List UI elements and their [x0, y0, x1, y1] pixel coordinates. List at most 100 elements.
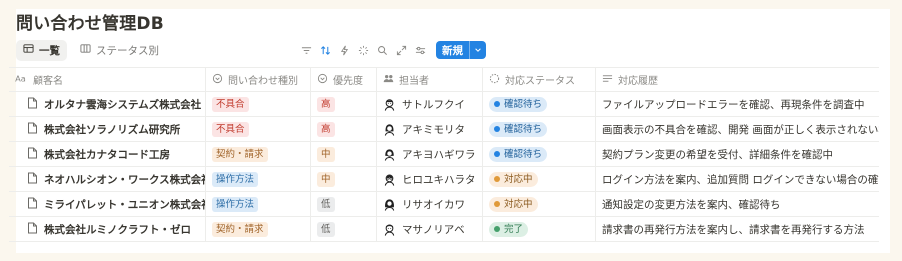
type-cell[interactable]: 不具合 — [206, 117, 311, 141]
table-row[interactable]: 株式会社カナタコード工房 契約・請求 中 アキヨハギワラ 確認待ち 契約プラン変更の希望を… — [9, 142, 879, 167]
table-header: Aa 顧客名 問い合わせ種別 優先度 担当者 対応ステータス 対応履歴 — [9, 67, 879, 92]
status-cell[interactable]: 完了 — [483, 217, 596, 241]
priority-tag: 高 — [317, 121, 335, 137]
board-icon — [80, 43, 91, 57]
assignee-name: ヒロユキハラタ — [402, 173, 476, 186]
history-cell[interactable]: 契約プラン変更の希望を受付、詳細条件を確認中 — [596, 142, 879, 166]
priority-tag: 低 — [317, 196, 335, 212]
new-button[interactable]: 新規 — [436, 41, 486, 59]
assignee-cell[interactable]: マサノリアベ — [377, 217, 483, 241]
history-cell[interactable]: ファイルアップロードエラーを確認、再現条件を調査中 — [596, 92, 879, 116]
table-row[interactable]: 株式会社ソラノリズム研究所 不具合 高 アキミモリタ 確認待ち 画面表示の不具合を確認、開… — [9, 117, 879, 142]
priority-cell[interactable]: 中 — [311, 142, 377, 166]
customer-cell[interactable]: 株式会社カナタコード工房 — [9, 142, 206, 166]
table-row[interactable]: 株式会社ルミノクラフト・ゼロ 契約・請求 低 マサノリアベ 完了 請求書の再発行方法を案内… — [9, 217, 879, 242]
status-label: 対応中 — [504, 173, 533, 185]
status-label: 確認待ち — [504, 148, 543, 160]
page-icon — [27, 222, 38, 237]
ai-icon[interactable] — [357, 44, 369, 56]
assignee-name: アキミモリタ — [402, 123, 465, 136]
customer-name: 株式会社カナタコード工房 — [44, 148, 170, 161]
status-dot — [494, 226, 500, 232]
column-header-assignee[interactable]: 担当者 — [377, 68, 483, 91]
chevron-down-icon[interactable] — [469, 41, 486, 59]
table-row[interactable]: ネオハルシオン・ワークス株式会社 操作方法 中 ヒロユキハラタ 対応中 ログイン方法を案内… — [9, 167, 879, 192]
history-text: ログイン方法を案内、追加質問 ログインできない場合の確認手 — [602, 173, 879, 186]
page-icon — [27, 172, 38, 187]
customer-name: 株式会社ソラノリズム研究所 — [44, 123, 181, 136]
automation-icon[interactable] — [338, 44, 350, 56]
type-tag: 不具合 — [212, 121, 249, 137]
status-dot — [494, 151, 500, 157]
status-badge: 対応中 — [489, 171, 538, 187]
status-cell[interactable]: 確認待ち — [483, 117, 596, 141]
assignee-cell[interactable]: サトルフクイ — [377, 92, 483, 116]
customer-cell[interactable]: オルタナ雲海システムズ株式会社 — [9, 92, 206, 116]
status-dot — [494, 101, 500, 107]
assignee-cell[interactable]: アキヨハギワラ — [377, 142, 483, 166]
history-cell[interactable]: 画面表示の不具合を確認、開発 画面が正しく表示されない場合 — [596, 117, 879, 141]
type-tag: 操作方法 — [212, 171, 259, 187]
view-tab-label: ステータス別 — [96, 44, 159, 57]
view-tab-by-status[interactable]: ステータス別 — [73, 40, 166, 61]
status-cell[interactable]: 対応中 — [483, 192, 596, 216]
avatar — [383, 123, 396, 136]
history-cell[interactable]: ログイン方法を案内、追加質問 ログインできない場合の確認手 — [596, 167, 879, 191]
status-cell[interactable]: 対応中 — [483, 167, 596, 191]
priority-cell[interactable]: 中 — [311, 167, 377, 191]
priority-cell[interactable]: 高 — [311, 117, 377, 141]
status-label: 確認待ち — [504, 123, 543, 135]
status-label: 確認待ち — [504, 98, 543, 110]
status-badge: 確認待ち — [489, 121, 548, 137]
customer-cell[interactable]: 株式会社ルミノクラフト・ゼロ — [9, 217, 206, 241]
type-tag: 契約・請求 — [212, 221, 268, 237]
priority-tag: 高 — [317, 96, 335, 112]
view-tab-list[interactable]: 一覧 — [16, 39, 67, 61]
filter-icon[interactable] — [300, 44, 312, 56]
assignee-name: マサノリアベ — [402, 223, 465, 236]
column-header-history[interactable]: 対応履歴 — [596, 68, 879, 91]
column-header-priority[interactable]: 優先度 — [311, 68, 377, 91]
expand-icon[interactable] — [395, 44, 407, 56]
history-cell[interactable]: 請求書の再発行方法を案内し、請求書を再発行する方法 — [596, 217, 879, 241]
customer-cell[interactable]: ミライパレット・ユニオン株式会社 — [9, 192, 206, 216]
type-cell[interactable]: 契約・請求 — [206, 142, 311, 166]
status-label: 対応中 — [504, 198, 533, 210]
column-header-customer[interactable]: Aa 顧客名 — [9, 68, 206, 91]
column-header-type[interactable]: 問い合わせ種別 — [206, 68, 311, 91]
status-badge: 完了 — [489, 221, 529, 237]
customer-name: 株式会社ルミノクラフト・ゼロ — [44, 223, 191, 236]
sort-icon[interactable] — [319, 44, 331, 56]
database-table: Aa 顧客名 問い合わせ種別 優先度 担当者 対応ステータス 対応履歴 オルタナ… — [9, 67, 879, 242]
table-row[interactable]: ミライパレット・ユニオン株式会社 操作方法 低 リサオイカワ 対応中 通知設定の変更方法を… — [9, 192, 879, 217]
avatar — [383, 223, 396, 236]
history-cell[interactable]: 通知設定の変更方法を案内、確認待ち — [596, 192, 879, 216]
type-cell[interactable]: 不具合 — [206, 92, 311, 116]
priority-cell[interactable]: 高 — [311, 92, 377, 116]
people-icon — [383, 73, 394, 87]
priority-cell[interactable]: 低 — [311, 192, 377, 216]
type-cell[interactable]: 契約・請求 — [206, 217, 311, 241]
view-tabs: 一覧 ステータス別 — [16, 39, 172, 61]
type-cell[interactable]: 操作方法 — [206, 192, 311, 216]
status-cell[interactable]: 確認待ち — [483, 92, 596, 116]
type-cell[interactable]: 操作方法 — [206, 167, 311, 191]
table-icon — [23, 43, 34, 57]
customer-cell[interactable]: 株式会社ソラノリズム研究所 — [9, 117, 206, 141]
settings-icon[interactable] — [414, 44, 426, 56]
assignee-cell[interactable]: リサオイカワ — [377, 192, 483, 216]
customer-name: ミライパレット・ユニオン株式会社 — [44, 198, 206, 211]
history-text: 契約プラン変更の希望を受付、詳細条件を確認中 — [602, 148, 833, 161]
priority-cell[interactable]: 低 — [311, 217, 377, 241]
table-row[interactable]: オルタナ雲海システムズ株式会社 不具合 高 サトルフクイ 確認待ち ファイルアップロードエ… — [9, 92, 879, 117]
history-text: 通知設定の変更方法を案内、確認待ち — [602, 198, 781, 211]
customer-cell[interactable]: ネオハルシオン・ワークス株式会社 — [9, 167, 206, 191]
search-icon[interactable] — [376, 44, 388, 56]
type-tag: 契約・請求 — [212, 146, 268, 162]
assignee-cell[interactable]: ヒロユキハラタ — [377, 167, 483, 191]
page-title: 問い合わせ管理DB — [16, 14, 164, 34]
assignee-cell[interactable]: アキミモリタ — [377, 117, 483, 141]
new-button-label: 新規 — [442, 44, 463, 57]
status-cell[interactable]: 確認待ち — [483, 142, 596, 166]
column-header-status[interactable]: 対応ステータス — [483, 68, 596, 91]
